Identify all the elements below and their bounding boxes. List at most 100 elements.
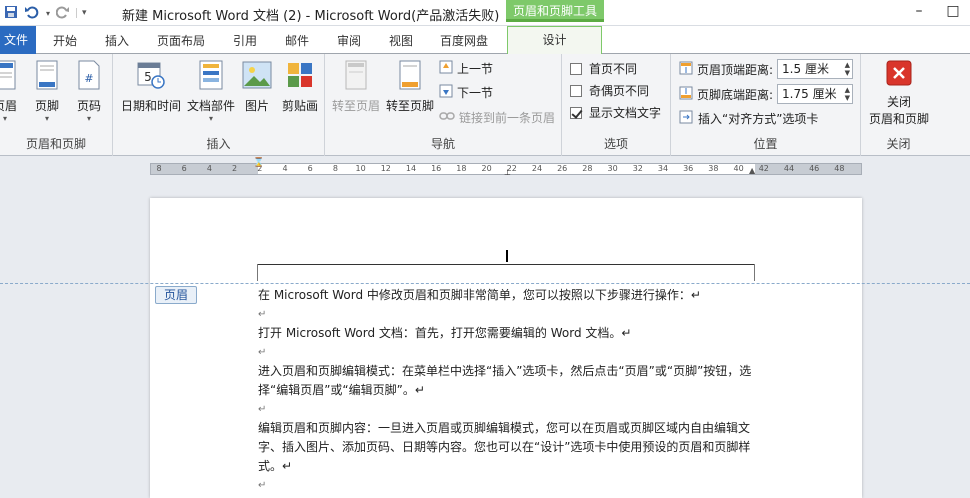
header-border-line (257, 264, 755, 265)
tab-mailings[interactable]: 邮件 (285, 29, 309, 55)
group-position: 页眉顶端距离: 1.5 厘米 ▲ ▼ 页脚底端距离: 1.75 厘米 ▲ ▼ 插入“… (671, 54, 861, 156)
tab-layout[interactable]: 页面布局 (157, 29, 205, 55)
chevron-down-icon: ▾ (44, 114, 49, 123)
ruler-tick-label: 42 (758, 164, 769, 173)
tab-stop-icon[interactable]: ⊥ (504, 168, 511, 177)
goto-footer-button[interactable]: 转至页脚 (383, 60, 437, 114)
ruler-tick-label: 28 (582, 164, 593, 173)
tab-references[interactable]: 引用 (233, 29, 257, 55)
header-top-input[interactable]: 1.5 厘米 ▲ ▼ (777, 59, 854, 79)
insert-alignment-tab-button[interactable]: 插入“对齐方式”选项卡 (679, 110, 818, 127)
close-icon (863, 60, 935, 89)
goto-header-button[interactable]: 转至页眉 (329, 60, 383, 114)
different-odd-even-checkbox[interactable]: 奇偶页不同 (570, 82, 649, 99)
quick-access-toolbar: ▾ ▾ (0, 3, 93, 23)
clipart-button[interactable]: 剪贴画 (277, 60, 323, 114)
checkbox-checked[interactable] (570, 106, 582, 119)
spinner-arrows-icon[interactable]: ▲ ▼ (845, 86, 850, 102)
different-first-page-checkbox[interactable]: 首页不同 (570, 60, 637, 77)
paragraph[interactable]: 打开 Microsoft Word 文档：首先，打开您需要编辑的 Word 文档… (258, 324, 758, 343)
goto-footer-icon (383, 60, 437, 93)
ruler-strip[interactable]: 8 6 4 2 2 4 6 8 10 12 14 16 18 20 22 24 26 28 30 32 34 36 38 40… (150, 158, 862, 177)
group-close: 关闭 页眉和页脚 关闭 (861, 54, 936, 156)
close-header-footer-button[interactable]: 关闭 页眉和页脚 (863, 60, 935, 127)
group-label-header-footer: 页眉和页脚 (25, 137, 86, 151)
tab-insert[interactable]: 插入 (105, 29, 129, 55)
window-controls: – □ (902, 0, 970, 22)
title-bar: ▾ ▾ 新建 Microsoft Word 文档 (2) - Microsoft… (0, 0, 970, 26)
header-icon (0, 60, 22, 93)
picture-button[interactable]: 图片 (239, 60, 275, 114)
group-options: 首页不同 奇偶页不同 显示文档文字 选项 (562, 54, 671, 156)
tab-file[interactable]: 文件 (0, 26, 36, 54)
group-label-options: 选项 (603, 137, 628, 151)
footer-distance-icon (679, 86, 693, 103)
paragraph[interactable]: 进入页眉和页脚编辑模式：在菜单栏中选择“插入”选项卡，然后点击“页眉”或“页脚”… (258, 362, 758, 400)
ruler-tick-label: 14 (405, 164, 417, 173)
document-body[interactable]: 在 Microsoft Word 中修改页眉和页脚非常简单，您可以按照以下步骤进… (258, 286, 758, 495)
ruler-tick-label: 32 (632, 164, 643, 173)
paragraph-mark[interactable]: ↵ (258, 305, 758, 324)
ruler-tick-label: 36 (683, 164, 694, 173)
minimize-button[interactable]: – (902, 0, 936, 22)
tab-design[interactable]: 设计 (507, 26, 602, 55)
footer-button[interactable]: 页脚 ▾ (30, 60, 64, 123)
checkbox-unchecked[interactable] (570, 84, 582, 97)
paragraph-mark[interactable]: ↵ (258, 476, 758, 495)
chevron-down-icon: ▾ (86, 114, 91, 123)
footer-bottom-input[interactable]: 1.75 厘米 ▲ ▼ (777, 84, 854, 104)
next-section-button[interactable]: 下一节 (439, 84, 493, 101)
document-parts-icon (185, 60, 237, 93)
docparts-button[interactable]: 文档部件 ▾ (185, 60, 237, 123)
group-label-close: 关闭 (886, 137, 911, 151)
tab-review[interactable]: 审阅 (337, 29, 361, 55)
tab-home[interactable]: 开始 (53, 29, 77, 55)
indent-marker-icon[interactable]: ⌛ (253, 158, 264, 168)
ruler-tick-label: 48 (834, 164, 845, 173)
ruler-tick-label: 30 (607, 164, 618, 173)
ruler-tick-label: 18 (456, 164, 467, 173)
footer-bottom-distance: 页脚底端距离: 1.75 厘米 ▲ ▼ (679, 84, 854, 104)
footer-icon (30, 60, 64, 93)
paragraph-mark[interactable]: ↵ (258, 400, 758, 419)
paragraph[interactable]: 编辑页眉和页脚内容：一旦进入页眉或页脚编辑模式，您可以在页眉或页脚区域内自由编辑… (258, 419, 758, 476)
header-frame-left (257, 264, 258, 281)
datetime-button[interactable]: 5 日期和时间 (119, 60, 183, 114)
right-indent-icon[interactable]: ▲ (749, 166, 755, 175)
undo-dropdown-icon[interactable]: ▾ (46, 9, 50, 18)
ruler-tick-label: 6 (307, 164, 313, 173)
ruler-tick-label: 2 (232, 164, 238, 173)
maximize-button[interactable]: □ (936, 0, 970, 22)
group-insert: 5 日期和时间 文档部件 ▾ 图片 剪贴画 插入 (113, 54, 325, 156)
ruler-tick-label: 12 (380, 164, 391, 173)
ruler-tick-label: 44 (783, 164, 795, 173)
goto-header-icon (329, 60, 383, 93)
header-tag: 页眉 (155, 286, 197, 304)
header-button[interactable]: 页眉 ▾ (0, 60, 22, 123)
undo-icon[interactable] (24, 5, 40, 22)
tab-baidu[interactable]: 百度网盘 (440, 29, 488, 55)
prev-section-button[interactable]: 上一节 (439, 60, 493, 77)
paragraph[interactable]: 在 Microsoft Word 中修改页眉和页脚非常简单，您可以按照以下步骤进… (258, 286, 758, 305)
ruler-tick-label: 46 (809, 164, 820, 173)
page-number-button[interactable]: # 页码 ▾ (72, 60, 106, 123)
window-title: 新建 Microsoft Word 文档 (2) - Microsoft Wor… (122, 9, 500, 24)
customize-qat-icon[interactable]: ▾ (76, 8, 87, 18)
picture-icon (239, 60, 275, 93)
tab-view[interactable]: 视图 (389, 29, 413, 55)
ruler-tick-label: 40 (733, 164, 744, 173)
horizontal-ruler: 8 6 4 2 2 4 6 8 10 12 14 16 18 20 22 24 26 28 30 32 34 36 38 40… (0, 157, 970, 181)
show-document-text-checkbox[interactable]: 显示文档文字 (570, 104, 661, 121)
header-frame-right (754, 264, 755, 281)
document-page[interactable]: 页眉 在 Microsoft Word 中修改页眉和页脚非常简单，您可以按照以下… (0, 198, 970, 498)
ruler-tick-label: 26 (557, 164, 568, 173)
redo-icon[interactable] (55, 5, 70, 22)
spinner-arrows-icon[interactable]: ▲ ▼ (845, 61, 850, 77)
calendar-clock-icon: 5 (119, 60, 183, 93)
save-icon[interactable] (4, 5, 18, 22)
ruler-tick-label: 8 (332, 164, 338, 173)
checkbox-unchecked[interactable] (570, 62, 582, 75)
ruler-tick-label: 20 (481, 164, 492, 173)
link-to-previous-button[interactable]: 链接到前一条页眉 (439, 109, 555, 126)
paragraph-mark[interactable]: ↵ (258, 343, 758, 362)
